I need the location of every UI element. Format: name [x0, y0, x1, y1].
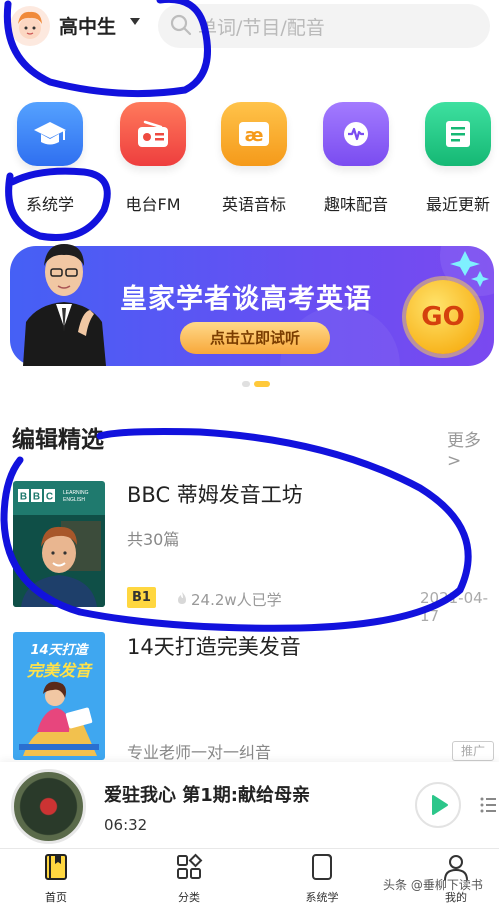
category-phonetics[interactable]: æ 英语音标	[206, 102, 302, 215]
player-title[interactable]: 爱驻我心 第1期:献给母亲	[104, 781, 310, 807]
learner-count: 24.2w人已学	[191, 591, 282, 609]
player-time: 06:32	[104, 816, 148, 834]
avatar[interactable]	[10, 6, 50, 46]
grid-icon	[177, 853, 203, 879]
svg-text:B: B	[33, 492, 40, 503]
more-link[interactable]: 更多 >	[447, 426, 499, 471]
search-placeholder: 单词/节目/配音	[198, 17, 325, 39]
flame-icon	[178, 592, 186, 604]
category-label: 趣味配音	[323, 195, 388, 214]
course-cover-bbc[interactable]: B B C LEARNING ENGLISH	[13, 481, 105, 607]
watermark: 头条 @垂柳下读书	[383, 878, 483, 892]
document-icon	[425, 102, 491, 166]
course-title[interactable]: 14天打造完美发音	[127, 631, 301, 661]
voice-wave-icon	[323, 102, 389, 166]
notebook-icon	[312, 854, 332, 880]
course-cover-pronunciation[interactable]: 14天打造 完美发音	[13, 632, 105, 760]
play-icon	[432, 795, 448, 815]
playlist-icon[interactable]	[480, 796, 496, 814]
course-description: 专业老师一对一纠音	[127, 743, 272, 762]
course-count: 共30篇	[127, 530, 180, 549]
radio-icon	[120, 102, 186, 166]
category-recent-updates[interactable]: 最近更新	[410, 102, 499, 215]
play-button[interactable]	[415, 782, 461, 828]
svg-text:C: C	[46, 492, 53, 503]
category-dubbing[interactable]: 趣味配音	[308, 102, 404, 215]
album-disc[interactable]	[11, 769, 86, 844]
search-icon	[170, 14, 192, 36]
tab-categories[interactable]: 分类	[149, 852, 229, 905]
category-system-study[interactable]: 系统学	[2, 102, 98, 215]
category-label: 电台FM	[125, 195, 181, 214]
promo-tag: 推广	[452, 741, 494, 761]
svg-text:LEARNING: LEARNING	[63, 490, 89, 496]
tab-label: 系统学	[305, 891, 339, 904]
banner-title: 皇家学者谈高考英语	[120, 284, 372, 315]
svg-text:14天打造: 14天打造	[30, 642, 89, 658]
tab-home[interactable]: 首页	[16, 852, 96, 905]
listen-now-button[interactable]: 点击立即试听	[180, 322, 330, 354]
svg-text:完美发音: 完美发音	[27, 661, 93, 680]
category-radio-fm[interactable]: 电台FM	[105, 102, 201, 215]
svg-text:ENGLISH: ENGLISH	[63, 497, 85, 503]
svg-text:æ: æ	[245, 125, 264, 146]
tab-system-study[interactable]: 系统学	[282, 852, 362, 905]
publish-date: 2021-04-17	[420, 589, 489, 625]
carousel-dot-active[interactable]	[254, 381, 270, 387]
svg-text:B: B	[20, 492, 27, 503]
carousel-dot[interactable]	[242, 381, 250, 387]
phonetic-ae-icon: æ	[221, 102, 287, 166]
section-title: 编辑精选	[12, 427, 104, 453]
teacher-portrait	[23, 244, 106, 366]
grade-selector[interactable]: 高中生	[59, 12, 116, 39]
book-icon	[45, 854, 67, 880]
graduation-cap-icon	[17, 102, 83, 166]
go-button[interactable]: GO	[406, 280, 480, 354]
category-label: 英语音标	[221, 195, 286, 214]
tab-label: 首页	[45, 891, 67, 904]
course-title[interactable]: BBC 蒂姆发音工坊	[127, 479, 303, 509]
category-label: 系统学	[25, 195, 74, 214]
level-badge: B1	[127, 587, 156, 608]
category-label: 最近更新	[425, 195, 490, 214]
tab-label: 分类	[178, 891, 200, 904]
chevron-down-icon[interactable]	[130, 18, 140, 25]
